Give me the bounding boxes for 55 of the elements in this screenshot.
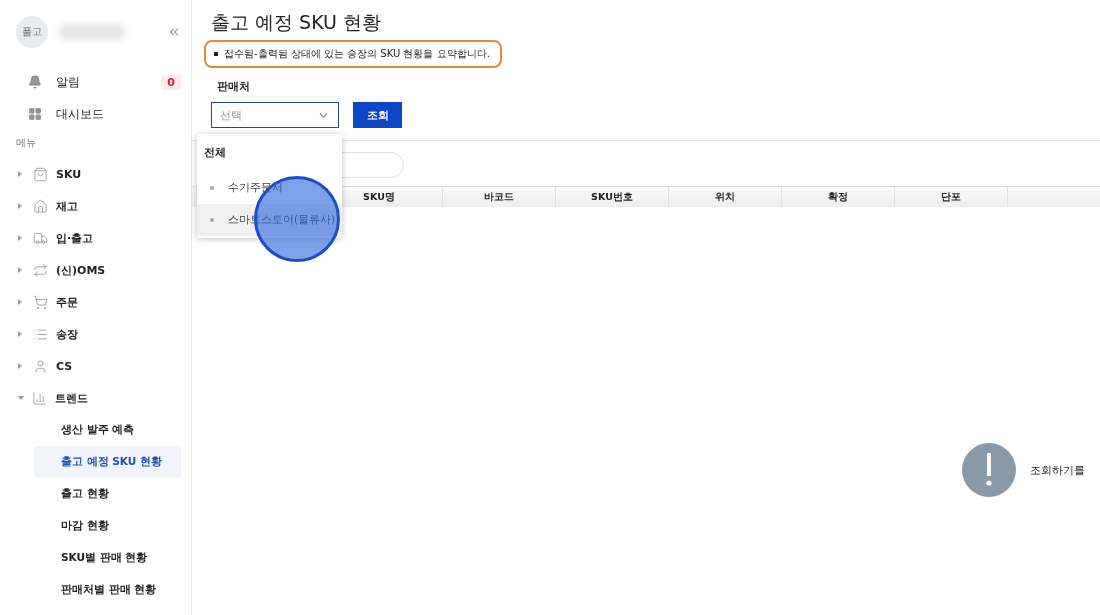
menu-item[interactable]: (신)OMS: [10, 254, 181, 286]
truck-icon: [33, 230, 48, 246]
bell-icon: [28, 75, 42, 89]
menu-label: (신)OMS: [56, 262, 106, 278]
sidebar-item[interactable]: 알림 0: [10, 66, 181, 98]
blurred-username: [58, 24, 126, 40]
submenu-item[interactable]: 마감 현황: [34, 510, 181, 542]
arrows-icon: [33, 262, 48, 278]
menu-label: SKU: [56, 167, 82, 181]
dropdown-heading[interactable]: 전체: [197, 142, 342, 172]
menu-label: 입·출고: [56, 230, 94, 246]
sidebar-item[interactable]: 대시보드: [10, 98, 181, 130]
search-button[interactable]: 조회: [353, 102, 402, 128]
submenu-item[interactable]: 판매처별 판매 현황: [34, 574, 181, 606]
house-icon: [33, 198, 48, 214]
cart-icon: [33, 294, 48, 310]
filter-label: 판매처: [217, 80, 251, 94]
menu-item[interactable]: CS: [10, 350, 181, 382]
menu-item[interactable]: 재고: [10, 190, 181, 222]
sidebar-label: 대시보드: [56, 106, 104, 122]
menu-label: 송장: [56, 326, 78, 342]
info-note: 접수됨-출력됨 상태에 있는 송장의 SKU 현황을 요약합니다.: [224, 48, 490, 59]
avatar: 품고: [16, 16, 48, 48]
column-header: 단포: [895, 187, 1008, 207]
count-badge: 0: [161, 74, 181, 90]
menu-item[interactable]: 입·출고: [10, 222, 181, 254]
page-title: 출고 예정 SKU 현황: [211, 10, 383, 35]
bullet-icon: [214, 52, 218, 56]
submenu-item[interactable]: SKU별 판매 현황: [34, 542, 181, 574]
column-header: 바코드: [443, 187, 556, 207]
column-header: SKU번호: [556, 187, 669, 207]
empty-message: 조회하기를: [1030, 462, 1085, 478]
list-icon: [33, 326, 48, 342]
grid-icon: [28, 107, 42, 121]
exclamation-icon: [962, 443, 1016, 497]
menu-item[interactable]: 송장: [10, 318, 181, 350]
menu-label: CS: [56, 359, 73, 373]
submenu-item[interactable]: 생산 발주 예측: [34, 414, 181, 446]
menu-heading: 메뉴: [16, 136, 37, 150]
menu-label: 주문: [56, 294, 78, 310]
column-header: 위치: [669, 187, 782, 207]
bag-icon: [33, 166, 48, 182]
menu-item[interactable]: 주문: [10, 286, 181, 318]
menu-label: 재고: [56, 198, 78, 214]
collapse-icon[interactable]: [167, 25, 181, 39]
person-icon: [33, 358, 48, 374]
sidebar-label: 알림: [56, 74, 80, 90]
submenu-item[interactable]: 출고 현황: [34, 478, 181, 510]
bar-chart-icon: [32, 390, 47, 406]
column-header: 확정: [782, 187, 895, 207]
menu-label: 트렌드: [55, 390, 88, 406]
caret-icon: [18, 396, 24, 400]
submenu-item[interactable]: 출고 예정 SKU 현황: [34, 446, 181, 478]
menu-item[interactable]: SKU: [10, 158, 181, 190]
menu-item[interactable]: 트렌드: [10, 382, 181, 414]
